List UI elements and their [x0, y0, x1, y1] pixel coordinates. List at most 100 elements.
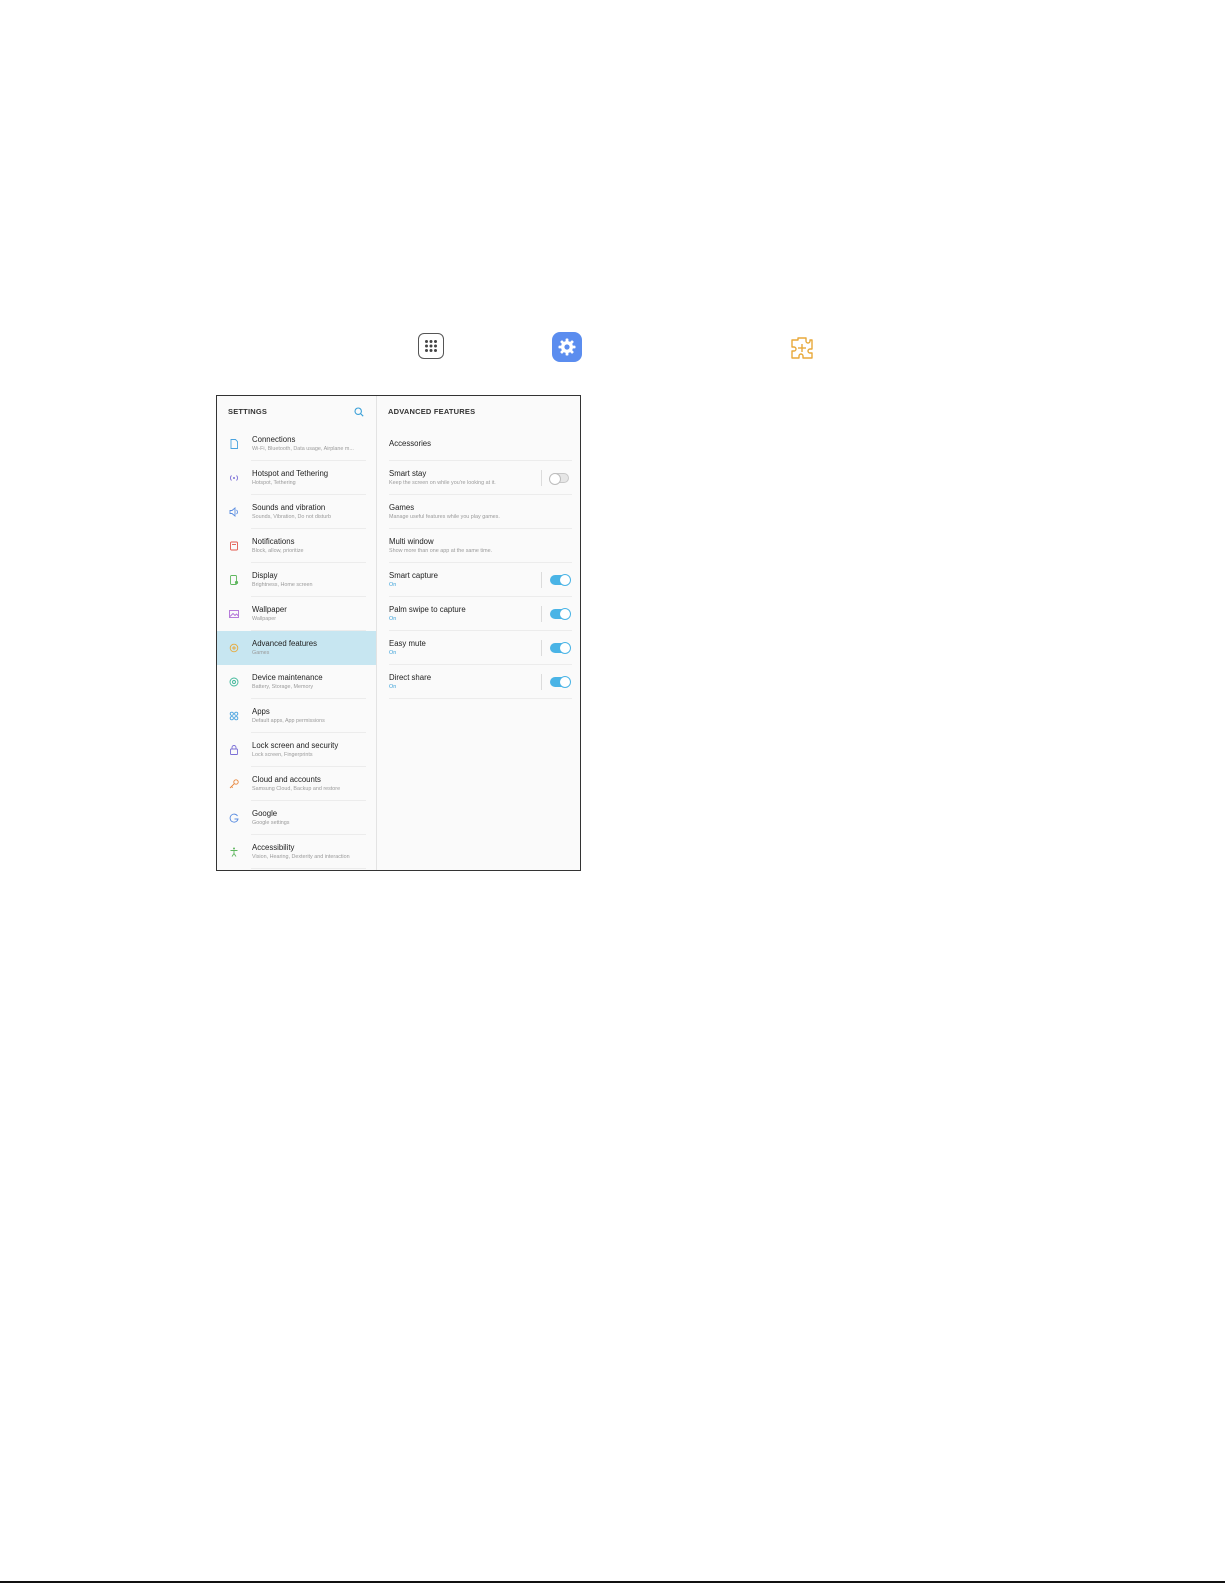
feature-subtitle: On — [389, 582, 397, 588]
sidebar-item-label: Connections — [252, 435, 296, 444]
toggle-knob — [549, 473, 561, 485]
feature-label: Easy mute — [389, 639, 426, 648]
feature-label: Accessories — [389, 439, 432, 448]
feature-item-smart-stay[interactable]: Smart stay Keep the screen on while you'r… — [377, 461, 580, 495]
display-icon — [228, 574, 240, 586]
feature-label: Palm swipe to capture — [389, 605, 466, 614]
divider — [251, 868, 366, 869]
sidebar-item-subtitle: Default apps, App permissions — [252, 718, 325, 724]
sidebar-item-label: Device maintenance — [252, 673, 323, 682]
toggle-switch[interactable] — [550, 676, 571, 688]
toggle-switch[interactable] — [550, 642, 571, 654]
sidebar-item-sounds-and-vibration[interactable]: Sounds and vibration Sounds, Vibration, D… — [217, 495, 376, 529]
sidebar-item-subtitle: Wi-Fi, Bluetooth, Data usage, Airplane m… — [252, 446, 354, 452]
settings-list-pane: SETTINGS Connections Wi-Fi, Bluetooth, Da… — [217, 396, 377, 870]
feature-item-smart-capture[interactable]: Smart capture On — [377, 563, 580, 597]
sidebar-item-device-maintenance[interactable]: Device maintenance Battery, Storage, Memo… — [217, 665, 376, 699]
sidebar-item-hotspot-and-tethering[interactable]: Hotspot and Tethering Hotspot, Tethering — [217, 461, 376, 495]
apps-icon[interactable] — [418, 333, 444, 359]
toggle-knob — [559, 574, 571, 586]
toggle-separator — [541, 572, 542, 588]
sidebar-item-apps[interactable]: Apps Default apps, App permissions — [217, 699, 376, 733]
sidebar-item-notifications[interactable]: Notifications Block, allow, prioritize — [217, 529, 376, 563]
divider — [389, 698, 572, 699]
advanced-features-pane: ADVANCED FEATURES Accessories Smart stay K… — [377, 396, 580, 870]
sidebar-item-subtitle: Brightness, Home screen — [252, 582, 313, 588]
toggle-knob — [559, 642, 571, 654]
sidebar-item-label: Advanced features — [252, 639, 318, 648]
toggle-knob — [559, 676, 571, 688]
feature-item-direct-share[interactable]: Direct share On — [377, 665, 580, 699]
advanced-features-list: Accessories Smart stay Keep the screen on … — [377, 427, 580, 699]
google-icon — [228, 812, 240, 824]
search-icon[interactable] — [353, 406, 365, 418]
feature-item-accessories[interactable]: Accessories — [377, 427, 580, 461]
settings-icon[interactable] — [552, 332, 582, 362]
sidebar-item-wallpaper[interactable]: Wallpaper Wallpaper — [217, 597, 376, 631]
sidebar-item-label: Sounds and vibration — [252, 503, 326, 512]
sidebar-item-subtitle: Block, allow, prioritize — [252, 548, 304, 554]
sidebar-item-label: Notifications — [252, 537, 295, 546]
feature-item-multi-window[interactable]: Multi window Show more than one app at th… — [377, 529, 580, 563]
feature-subtitle: On — [389, 684, 397, 690]
feature-label: Multi window — [389, 537, 434, 546]
toggle-knob — [559, 608, 571, 620]
apps-dots-glyph — [425, 340, 437, 352]
feature-label: Games — [389, 503, 415, 512]
sidebar-item-label: Accessibility — [252, 843, 295, 852]
feature-item-games[interactable]: Games Manage useful features while you pl… — [377, 495, 580, 529]
toggle-separator — [541, 606, 542, 622]
sidebar-item-subtitle: Games — [252, 650, 270, 656]
sidebar-item-label: Hotspot and Tethering — [252, 469, 329, 478]
gear-glyph — [558, 338, 576, 356]
sidebar-item-subtitle: Wallpaper — [252, 616, 277, 622]
sidebar-item-label: Display — [252, 571, 278, 580]
toggle-switch[interactable] — [549, 473, 569, 485]
sidebar-item-advanced-features[interactable]: Advanced features Games — [217, 631, 376, 665]
sidebar-item-google[interactable]: Google Google settings — [217, 801, 376, 835]
feature-subtitle: Show more than one app at the same time. — [389, 548, 493, 554]
sidebar-item-subtitle: Samsung Cloud, Backup and restore — [252, 786, 341, 792]
settings-nav-list: Connections Wi-Fi, Bluetooth, Data usage,… — [217, 427, 376, 869]
feature-subtitle: Manage useful features while you play ga… — [389, 514, 500, 520]
key-icon — [228, 778, 240, 790]
sidebar-item-label: Google — [252, 809, 278, 818]
sound-icon — [228, 506, 240, 518]
sidebar-item-subtitle: Google settings — [252, 820, 290, 826]
feature-subtitle: On — [389, 616, 397, 622]
device-maintenance-icon — [228, 676, 240, 688]
feature-item-palm-swipe-to-capture[interactable]: Palm swipe to capture On — [377, 597, 580, 631]
sidebar-item-label: Cloud and accounts — [252, 775, 321, 784]
toggle-separator — [541, 640, 542, 656]
sidebar-item-subtitle: Sounds, Vibration, Do not disturb — [252, 514, 332, 520]
sidebar-item-subtitle: Battery, Storage, Memory — [252, 684, 314, 690]
advanced-features-icon[interactable] — [787, 333, 817, 363]
sidebar-item-cloud-and-accounts[interactable]: Cloud and accounts Samsung Cloud, Backup … — [217, 767, 376, 801]
sidebar-item-label: Wallpaper — [252, 605, 287, 614]
settings-title: SETTINGS — [228, 407, 268, 416]
advanced-features-icon — [228, 642, 240, 654]
sidebar-item-connections[interactable]: Connections Wi-Fi, Bluetooth, Data usage,… — [217, 427, 376, 461]
hotspot-icon — [228, 472, 240, 484]
toggle-switch[interactable] — [550, 574, 571, 586]
feature-label: Direct share — [389, 673, 432, 682]
apps-grid-icon — [228, 710, 240, 722]
connections-icon — [228, 438, 240, 450]
feature-item-easy-mute[interactable]: Easy mute On — [377, 631, 580, 665]
feature-label: Smart stay — [389, 469, 427, 478]
wallpaper-icon — [228, 608, 240, 620]
advanced-features-title: ADVANCED FEATURES — [388, 407, 476, 416]
feature-label: Smart capture — [389, 571, 438, 580]
page-bottom-rule — [0, 1581, 1225, 1583]
feature-subtitle: On — [389, 650, 397, 656]
lock-icon — [228, 744, 240, 756]
sidebar-item-label: Apps — [252, 707, 270, 716]
sidebar-item-lock-screen-and-security[interactable]: Lock screen and security Lock screen, Fin… — [217, 733, 376, 767]
toggle-switch[interactable] — [550, 608, 571, 620]
puzzle-plus-glyph — [791, 337, 813, 359]
sidebar-item-accessibility[interactable]: Accessibility Vision, Hearing, Dexterity … — [217, 835, 376, 869]
sidebar-item-display[interactable]: Display Brightness, Home screen — [217, 563, 376, 597]
notifications-icon — [228, 540, 240, 552]
settings-header: SETTINGS — [217, 396, 376, 427]
sidebar-item-subtitle: Lock screen, Fingerprints — [252, 752, 313, 758]
